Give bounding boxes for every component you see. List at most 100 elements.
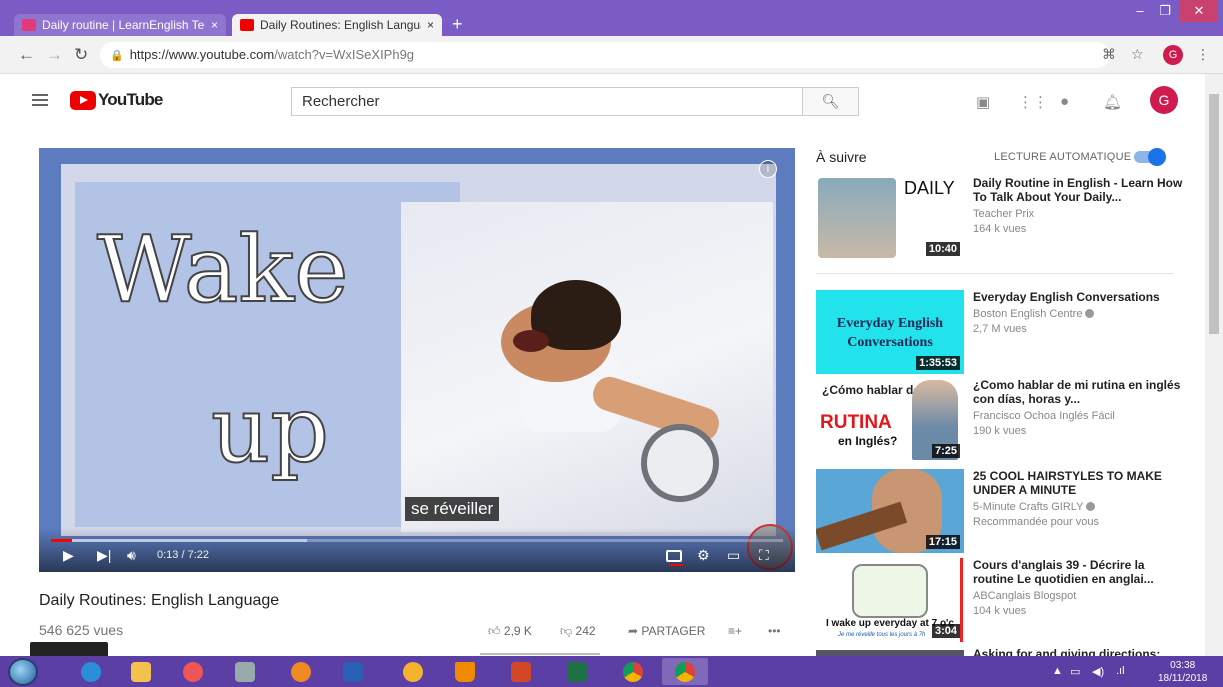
chrome-menu-icon[interactable]: ⋮ [1196, 46, 1210, 63]
channel-name: Francisco Ochoa Inglés Fácil [973, 410, 1115, 422]
video-title[interactable]: Everyday English Conversations [973, 290, 1183, 304]
vlc-icon[interactable] [442, 658, 488, 685]
alarm-clock-icon [641, 424, 719, 502]
search-button[interactable]: 🔍︎ [802, 87, 859, 116]
lock-icon: 🔒 [110, 50, 124, 62]
list-item[interactable]: ¿Cómo hablar de mi RUTINA en Inglés? 7:2… [816, 378, 1186, 462]
list-item[interactable]: Everyday English Conversations 1:35:53 E… [816, 290, 1186, 374]
tab-youtube[interactable]: Daily Routines: English Language × [232, 14, 442, 36]
start-button[interactable] [8, 658, 38, 686]
progress-bar[interactable] [51, 539, 783, 542]
settings-gear-icon[interactable]: ⚙ [697, 547, 710, 564]
add-to-playlist-icon[interactable]: ≡+ [728, 624, 742, 638]
video-thumbnail[interactable]: I wake up everyday at 7 o'c Je me réveil… [816, 558, 964, 642]
list-item[interactable]: 17:15 25 COOL HAIRSTYLES TO MAKE UNDER A… [816, 469, 1186, 553]
list-item[interactable]: DAILY 10:40 Daily Routine in English - L… [816, 176, 1186, 260]
play-icon[interactable]: ▶ [63, 547, 74, 564]
youtube-logo[interactable]: YouTube [70, 90, 163, 110]
view-count: 104 k vues [973, 605, 1027, 617]
boy-mouth [513, 330, 549, 352]
more-options-icon[interactable]: ••• [768, 624, 781, 638]
divider [816, 273, 1174, 274]
scrollbar-thumb[interactable] [1209, 94, 1219, 334]
excel-icon[interactable] [554, 658, 600, 685]
volume-icon[interactable]: 🔊︎ [127, 547, 136, 564]
chrome-active-icon[interactable] [662, 658, 708, 685]
video-title[interactable]: ¿Como hablar de mi rutina en inglés con … [973, 378, 1183, 406]
video-thumbnail[interactable]: ¿Cómo hablar de mi RUTINA en Inglés? 7:2… [816, 378, 964, 462]
info-icon[interactable]: i [759, 160, 777, 178]
recommendation-label: Recommandée pour vous [973, 516, 1099, 528]
hamburger-menu-icon[interactable] [32, 94, 48, 106]
back-arrow-icon[interactable]: ← [18, 45, 35, 65]
duration-badge: 17:15 [925, 535, 960, 549]
messages-icon[interactable]: ● [1060, 93, 1069, 110]
tab-learnenglish[interactable]: Daily routine | LearnEnglish Teen × [14, 14, 226, 36]
video-title[interactable]: 25 COOL HAIRSTYLES TO MAKE UNDER A MINUT… [973, 469, 1183, 497]
powerpoint-icon[interactable] [498, 658, 544, 685]
learnenglish-favicon-icon [22, 19, 36, 31]
thumbs-down-icon: 👎︎ [560, 624, 573, 638]
paint-icon[interactable] [170, 658, 216, 685]
apps-grid-icon[interactable]: ⋮⋮ [1018, 93, 1048, 111]
video-title[interactable]: Daily Routine in English - Learn How To … [973, 176, 1183, 204]
new-tab-button[interactable]: + [452, 14, 463, 34]
bookmark-star-icon[interactable]: ☆ [1131, 46, 1144, 63]
time-display: 0:13 / 7:22 [157, 549, 209, 561]
network-icon[interactable]: ▭ [1070, 665, 1080, 678]
signal-icon[interactable]: .ıl [1116, 665, 1125, 677]
url-input[interactable]: 🔒 https://www.youtube.com/watch?v=WxISeXI… [100, 42, 1110, 68]
thumbnail-text: Everyday English Conversations [836, 316, 944, 350]
search-input[interactable]: Rechercher [291, 87, 803, 116]
subtitle-caption: se réveiller [405, 497, 500, 521]
browser-titlebar: Daily routine | LearnEnglish Teen × Dail… [0, 0, 1223, 36]
next-icon[interactable]: ▶| [97, 547, 111, 564]
video-thumbnail[interactable]: DAILY 10:40 [816, 176, 964, 260]
theater-mode-icon[interactable]: ▭ [727, 547, 740, 564]
minimize-icon[interactable]: – [1128, 0, 1152, 22]
chrome-profile-icon[interactable]: G [1163, 45, 1183, 65]
tray-arrow-icon[interactable]: ▲ [1052, 665, 1063, 677]
dislike-button[interactable]: 👎︎ 242 [560, 624, 596, 639]
channel-name: Teacher Prix [973, 208, 1035, 220]
upload-video-icon[interactable]: ▣ [976, 93, 990, 111]
fullscreen-icon[interactable]: ⛶ [759, 547, 769, 564]
buffered-bar [51, 539, 308, 542]
internet-explorer-icon[interactable] [68, 658, 114, 685]
file-explorer-icon[interactable] [118, 658, 164, 685]
notifications-bell-icon[interactable]: 🔔︎ [1103, 93, 1122, 111]
like-button[interactable]: 👍︎ 2,9 K [488, 624, 532, 639]
translate-icon[interactable]: ⌘ [1102, 46, 1116, 63]
thumbnail-text: Je me réveille tous les jours à 7h [838, 632, 926, 638]
speaker-icon[interactable]: ◀) [1092, 665, 1104, 678]
reload-icon[interactable]: ↻ [74, 45, 88, 65]
app-icon[interactable] [222, 658, 268, 685]
video-player[interactable]: Wake up i se réveiller ▶ ▶| 🔊︎ 0:13 / 7:… [39, 148, 795, 572]
share-button[interactable]: ➦ PARTAGER [628, 624, 705, 638]
word-icon[interactable] [330, 658, 376, 685]
clock-time: 03:38 [1170, 660, 1196, 671]
firefox-icon[interactable] [278, 658, 324, 685]
autoplay-toggle[interactable] [1134, 148, 1166, 166]
played-bar [51, 539, 73, 542]
channel-name: 5-Minute Crafts GIRLY [973, 501, 1084, 513]
channel-name: ABCanglais Blogspot [973, 590, 1077, 602]
restore-icon[interactable]: ❐ [1152, 0, 1178, 22]
forward-arrow-icon[interactable]: → [46, 45, 63, 65]
close-tab-icon[interactable]: × [427, 18, 434, 32]
list-item[interactable]: I wake up everyday at 7 o'c Je me réveil… [816, 558, 1186, 642]
page-scrollbar[interactable] [1205, 74, 1223, 656]
url-host: https://www.youtube.com [129, 47, 275, 62]
video-thumbnail[interactable]: 17:15 [816, 469, 964, 553]
chrome-icon[interactable] [610, 658, 656, 685]
video-title[interactable]: Cours d'anglais 39 - Décrire la routine … [973, 558, 1183, 586]
app-icon[interactable] [390, 658, 436, 685]
avatar[interactable]: G [1150, 86, 1178, 114]
subtitles-icon[interactable] [666, 550, 683, 566]
close-window-icon[interactable]: ✕ [1180, 0, 1218, 22]
video-thumbnail[interactable]: Everyday English Conversations 1:35:53 [816, 290, 964, 374]
close-tab-icon[interactable]: × [211, 18, 218, 32]
taskbar-clock[interactable]: 03:38 18/11/2018 [1158, 659, 1207, 685]
watched-indicator [960, 558, 963, 642]
like-count: 2,9 K [503, 624, 532, 638]
